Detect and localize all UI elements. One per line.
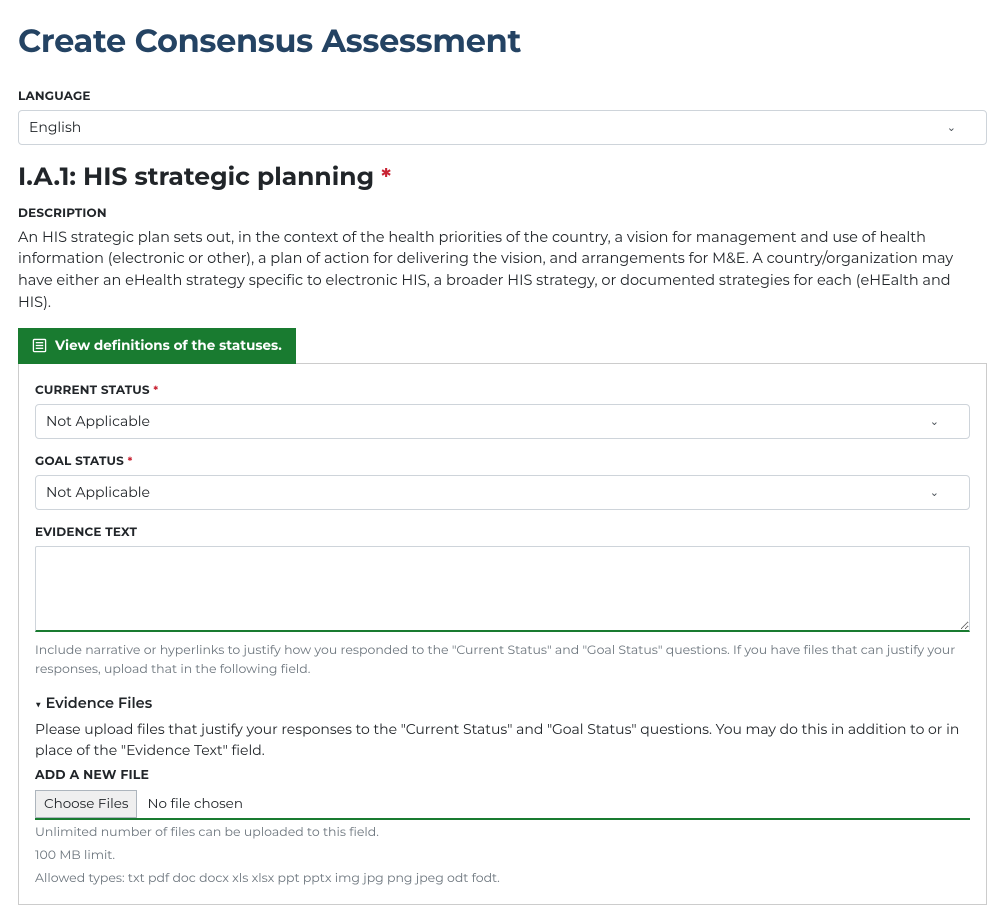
section-title-text: I.A.1: HIS strategic planning (18, 162, 374, 192)
goal-status-select[interactable]: Not Applicable ⌄ (35, 475, 970, 510)
evidence-text-label: EVIDENCE TEXT (35, 524, 970, 542)
language-select[interactable]: English ⌄ (18, 110, 987, 145)
file-input-row: Choose Files No file chosen (35, 790, 970, 820)
section-title: I.A.1: HIS strategic planning * (18, 159, 987, 197)
view-definitions-button[interactable]: View definitions of the statuses. (18, 328, 296, 364)
view-definitions-label: View definitions of the statuses. (55, 336, 282, 356)
description-text: An HIS strategic plan sets out, in the c… (18, 227, 987, 314)
language-label: LANGUAGE (18, 88, 987, 106)
status-panel: CURRENT STATUS * Not Applicable ⌄ GOAL S… (18, 363, 987, 906)
current-status-label-text: CURRENT STATUS (35, 383, 150, 398)
goal-status-label: GOAL STATUS * (35, 453, 970, 471)
file-help-1: Unlimited number of files can be uploade… (35, 824, 970, 843)
file-help-3: Allowed types: txt pdf doc docx xls xlsx… (35, 870, 970, 889)
current-status-value: Not Applicable (46, 411, 150, 432)
choose-files-button[interactable]: Choose Files (35, 790, 137, 818)
current-status-select[interactable]: Not Applicable ⌄ (35, 404, 970, 439)
chevron-down-icon: ⌄ (930, 413, 939, 430)
language-select-value: English (29, 117, 81, 138)
evidence-files-header: Evidence Files (46, 693, 153, 715)
evidence-files-toggle[interactable]: ▼ Evidence Files (35, 693, 970, 715)
list-icon (32, 338, 47, 353)
chevron-down-icon: ⌄ (930, 484, 939, 501)
current-status-label: CURRENT STATUS * (35, 382, 970, 400)
caret-down-icon: ▼ (35, 696, 42, 713)
required-marker: * (153, 384, 158, 397)
description-label: DESCRIPTION (18, 205, 987, 223)
required-marker: * (128, 455, 133, 468)
file-chosen-status: No file chosen (137, 790, 252, 818)
page-title: Create Consensus Assessment (18, 18, 987, 66)
evidence-text-input[interactable] (35, 546, 970, 632)
required-marker: * (381, 163, 391, 191)
chevron-down-icon: ⌄ (947, 119, 956, 136)
evidence-files-description: Please upload files that justify your re… (35, 719, 970, 761)
evidence-text-help: Include narrative or hyperlinks to justi… (35, 642, 970, 680)
goal-status-label-text: GOAL STATUS (35, 454, 124, 469)
file-help-2: 100 MB limit. (35, 847, 970, 866)
add-file-label: ADD A NEW FILE (35, 767, 970, 786)
goal-status-value: Not Applicable (46, 482, 150, 503)
